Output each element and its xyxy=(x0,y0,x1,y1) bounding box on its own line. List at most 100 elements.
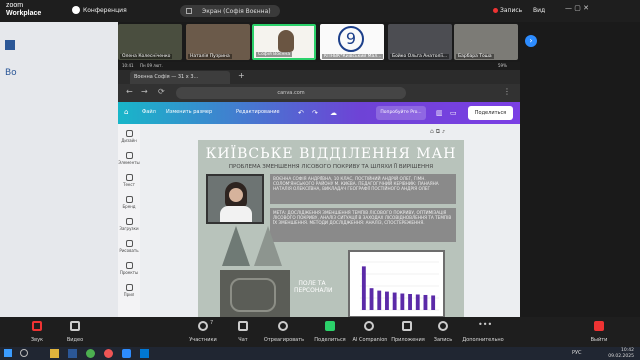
sidebar-item-brand[interactable]: Бренд xyxy=(118,196,140,209)
phone-status-bar: 10:41 Пн 09 лют. 59% xyxy=(118,62,520,70)
editing-mode-button[interactable]: Редактирование xyxy=(236,109,280,115)
mic-icon[interactable] xyxy=(32,321,42,331)
word-icon xyxy=(5,40,15,50)
sidebar-item-draw[interactable]: Рисовать xyxy=(118,240,140,253)
language-indicator[interactable]: РУС xyxy=(572,350,582,356)
start-icon[interactable] xyxy=(4,349,12,357)
recording-label[interactable]: Запись xyxy=(500,7,522,14)
search-icon[interactable] xyxy=(20,349,28,357)
browser-tab[interactable]: Воєнна Софія — 31 х 3... xyxy=(130,71,230,84)
participant-tile[interactable]: Наталія Пузрина xyxy=(186,24,250,60)
participant-tile[interactable]: Олена Колесніченко xyxy=(118,24,182,60)
share-button[interactable]: Поделиться xyxy=(468,106,513,120)
page-tools[interactable]: ⌂ ⧉ ⤴ xyxy=(430,128,445,136)
apps-button[interactable]: Приложения xyxy=(388,337,428,343)
zoom-logo: zoom Workplace xyxy=(6,2,42,17)
more-icon[interactable]: ••• xyxy=(478,321,492,331)
participant-tile-active[interactable]: Софія Воєнна xyxy=(252,24,316,60)
bar-chart xyxy=(360,261,439,311)
sidebar-item-apps[interactable]: Прил xyxy=(118,284,140,297)
menu-icon[interactable]: ⋮ xyxy=(503,87,511,96)
apps-icon[interactable] xyxy=(402,321,412,331)
apps-icon xyxy=(125,284,133,291)
forward-icon[interactable]: → xyxy=(141,87,148,96)
avatar xyxy=(278,30,294,52)
exit-icon[interactable] xyxy=(594,321,604,331)
refresh-icon[interactable]: ⟳ xyxy=(158,87,165,96)
upload-icon xyxy=(125,218,133,225)
ai-icon[interactable] xyxy=(364,321,374,331)
audio-button[interactable]: Звук xyxy=(22,337,52,343)
zoom-app-icon[interactable] xyxy=(122,349,131,358)
file-menu[interactable]: Файл xyxy=(142,109,156,115)
back-icon[interactable]: ← xyxy=(126,87,133,96)
react-button[interactable]: Отреагировать xyxy=(262,337,306,343)
record-button[interactable]: Запись xyxy=(428,337,458,343)
school-logo-icon: 9 xyxy=(338,26,364,52)
poster-subtitle: ПРОБЛЕМА ЗМЕНШЕННЯ ЛІСОВОГО ПОКРИВУ ТА Ш… xyxy=(228,164,434,170)
participant-count: 7 xyxy=(210,320,214,326)
poster-canvas[interactable]: КИЇВСЬКЕ ВІДДІЛЕННЯ МАН ПРОБЛЕМА ЗМЕНШЕН… xyxy=(198,140,464,320)
share-icon[interactable] xyxy=(325,321,335,331)
sidebar-item-projects[interactable]: Проекты xyxy=(118,262,140,275)
cloud-save-icon: ☁ xyxy=(330,109,337,117)
url-field[interactable]: canva.com xyxy=(176,87,406,99)
chat-icon[interactable] xyxy=(238,321,248,331)
folder-icon[interactable] xyxy=(50,349,59,358)
doc-fragment: Во xyxy=(5,68,17,78)
share-screen-button[interactable]: Поделиться xyxy=(310,337,350,343)
poster-title: КИЇВСЬКЕ ВІДДІЛЕННЯ МАН xyxy=(205,146,457,162)
chart-bar xyxy=(369,288,374,310)
mail-icon[interactable] xyxy=(140,349,149,358)
participant-tile[interactable]: Барбара Тоша xyxy=(454,24,518,60)
new-tab-button[interactable]: + xyxy=(238,71,245,80)
try-pro-button[interactable]: Попробуйте Pro... xyxy=(376,106,426,120)
chat-button[interactable]: Чат xyxy=(228,337,258,343)
brand-icon xyxy=(125,196,133,203)
window-controls[interactable]: — ▢ ✕ xyxy=(565,4,589,12)
screen-share-indicator[interactable]: Экран (Софія Воєнна) xyxy=(180,5,280,17)
more-button[interactable]: Дополнительно xyxy=(458,337,508,343)
paw-icon xyxy=(72,6,80,14)
canva-sidebar: Дизайн Элементы Текст Бренд Загрузки Рис… xyxy=(118,124,140,317)
windows-taskbar xyxy=(0,347,640,360)
sidebar-item-uploads[interactable]: Загрузки xyxy=(118,218,140,231)
author-photo xyxy=(206,174,264,224)
sidebar-item-text[interactable]: Текст xyxy=(118,174,140,187)
undo-icon[interactable]: ↶ xyxy=(298,109,304,117)
goal-box: МЕТА: ДОСЛІДЖЕННЯ ЗМЕНШЕННЯ ТЕМПІВ ЛІСОВ… xyxy=(270,208,456,242)
people-icon[interactable] xyxy=(198,321,208,331)
stats-icon[interactable]: ▥ xyxy=(436,109,443,117)
resize-button[interactable]: Изменить размер xyxy=(166,109,212,115)
opera-icon[interactable] xyxy=(104,349,113,358)
sidebar-item-elements[interactable]: Элементы xyxy=(118,152,140,165)
tree-image xyxy=(222,226,250,266)
view-menu[interactable]: Вид xyxy=(533,7,545,14)
chrome-icon[interactable] xyxy=(86,349,95,358)
design-icon xyxy=(125,130,133,137)
taskbar-clock[interactable]: 10:42 09.02.2025 xyxy=(596,348,634,359)
word-icon[interactable] xyxy=(68,349,77,358)
comment-icon[interactable]: ▭ xyxy=(450,109,457,117)
camera-icon[interactable] xyxy=(70,321,80,331)
map-image xyxy=(220,270,290,320)
participants-button[interactable]: Участники xyxy=(180,337,226,343)
sidebar-item-design[interactable]: Дизайн xyxy=(118,130,140,143)
home-icon[interactable]: ⌂ xyxy=(124,108,128,116)
next-page-button[interactable]: › xyxy=(525,35,537,47)
chart-bar xyxy=(415,294,420,310)
bar-chart-panel xyxy=(348,250,445,318)
projects-icon xyxy=(125,262,133,269)
text-icon xyxy=(125,174,133,181)
leave-button[interactable]: Выйти xyxy=(584,337,614,343)
video-button[interactable]: Видео xyxy=(60,337,90,343)
redo-icon[interactable]: ↷ xyxy=(312,109,318,117)
heart-icon[interactable] xyxy=(278,321,288,331)
participant-tile[interactable]: 9 КПНВК*Київський Мал... xyxy=(320,24,384,60)
conference-menu[interactable]: Конференция xyxy=(83,7,127,14)
chart-bar xyxy=(385,291,389,310)
participant-tile[interactable]: Бойко Ольга Анатолії... xyxy=(388,24,452,60)
record-icon[interactable] xyxy=(438,321,448,331)
chart-bar xyxy=(408,294,412,310)
ai-companion-button[interactable]: AI Companion xyxy=(350,337,390,343)
